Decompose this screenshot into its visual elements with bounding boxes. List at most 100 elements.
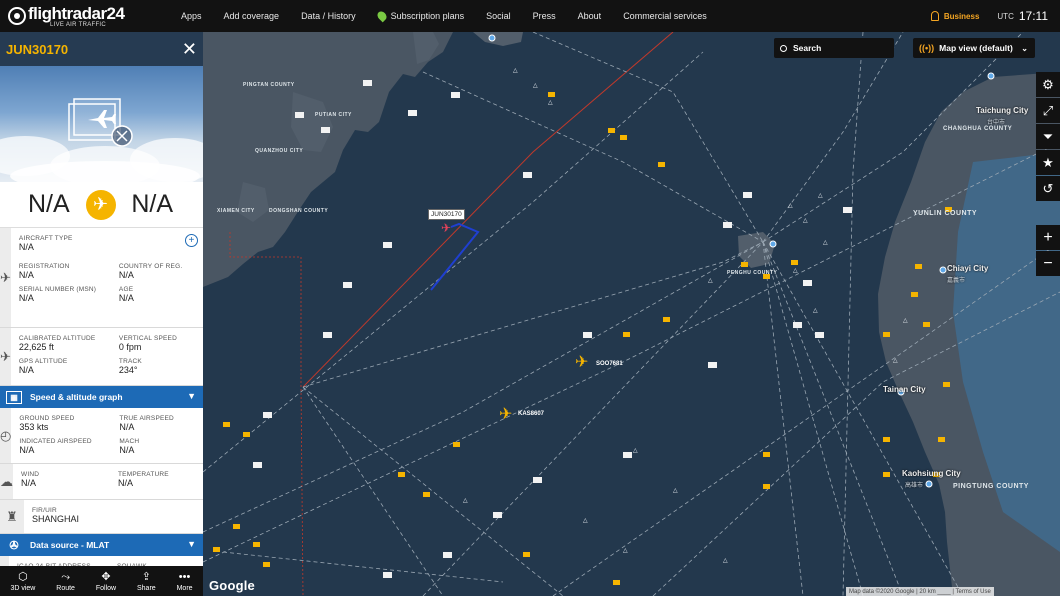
fir-label: FIR/UIR bbox=[32, 507, 57, 514]
more-button[interactable]: ••• More bbox=[177, 571, 193, 592]
svg-text:△: △ bbox=[583, 518, 588, 524]
place-chiayi-zh: 嘉義市 bbox=[947, 278, 966, 284]
svg-text:△: △ bbox=[788, 203, 793, 209]
map-view-label: Map view (default) bbox=[939, 43, 1013, 53]
fullscreen-icon[interactable]: ⤢ bbox=[1036, 98, 1060, 123]
tower-icon: ♜ bbox=[0, 500, 24, 533]
svg-text:△: △ bbox=[813, 308, 818, 314]
logo-tagline: LIVE AIR TRAFFIC bbox=[50, 21, 107, 28]
place-yunlin: YUNLIN COUNTY bbox=[913, 210, 978, 217]
tas-label: TRUE AIRSPEED bbox=[119, 415, 174, 422]
antenna-icon: ✇ bbox=[9, 539, 19, 552]
aircraft-icon[interactable]: ✈ bbox=[575, 355, 588, 371]
fir-section: ♜ FIR/UIR SHANGHAI bbox=[0, 500, 203, 534]
place-taichung-city-zh: 台中市 bbox=[987, 120, 1006, 126]
place-fujian-5: DONGSHAN COUNTY bbox=[269, 208, 329, 214]
speed-altitude-graph-toggle[interactable]: ▦ Speed & altitude graph ▼ bbox=[0, 386, 203, 408]
selected-aircraft-icon[interactable]: ✈ bbox=[441, 222, 451, 234]
search-box[interactable]: Search bbox=[774, 38, 894, 58]
panel-header: JUN30170 ✕ bbox=[0, 32, 203, 66]
add-icon[interactable]: + bbox=[184, 234, 198, 247]
speedometer-icon: ◴ bbox=[0, 408, 12, 463]
nav-apps[interactable]: Apps bbox=[181, 11, 202, 21]
gs-label: GROUND SPEED bbox=[19, 415, 75, 422]
aircraft-type-value: N/A bbox=[18, 242, 34, 252]
mach-value: N/A bbox=[119, 445, 135, 455]
account-button[interactable]: Business bbox=[930, 11, 979, 21]
country-value: N/A bbox=[118, 270, 134, 280]
google-logo: Google bbox=[209, 578, 255, 593]
route-button[interactable]: ⤳ Route bbox=[56, 571, 75, 592]
ias-label: INDICATED AIRSPEED bbox=[19, 438, 92, 445]
map-attribution[interactable]: Map data ©2020 Google | 20 km ____ | Ter… bbox=[846, 587, 994, 596]
3d-view-button[interactable]: ⬡ 3D view bbox=[10, 571, 35, 592]
more-icon: ••• bbox=[178, 570, 191, 583]
nav-about[interactable]: About bbox=[578, 11, 602, 21]
svg-text:△: △ bbox=[893, 358, 898, 364]
map-canvas[interactable]: △ △ △ △ △ △ △ △ △ △ △ △ △ △ △ △ △ △ Taic… bbox=[203, 32, 1060, 596]
weather-icon: ☁ bbox=[0, 464, 13, 499]
wind-value: N/A bbox=[21, 478, 37, 488]
graph-icon: ▦ bbox=[6, 390, 22, 404]
zoom-out-button[interactable]: − bbox=[1036, 251, 1060, 276]
svg-text:△: △ bbox=[463, 498, 468, 504]
follow-label: Follow bbox=[95, 584, 117, 592]
route-row: N/A ✈ N/A bbox=[0, 182, 203, 228]
place-fujian-3: QUANZHOU CITY bbox=[255, 148, 304, 154]
nav-press[interactable]: Press bbox=[533, 11, 556, 21]
weather-section: ☁ WIND N/A TEMPERATURE N/A bbox=[0, 464, 203, 500]
svg-text:△: △ bbox=[533, 83, 538, 89]
timezone-label: UTC bbox=[997, 11, 1014, 21]
selected-flight-label[interactable]: JUN30170 bbox=[428, 209, 465, 220]
close-icon[interactable]: ✕ bbox=[182, 40, 197, 58]
share-label: Share bbox=[137, 584, 156, 592]
destination-code: N/A bbox=[131, 190, 173, 218]
country-label: COUNTRY OF REG. bbox=[118, 263, 183, 270]
map-view-dropdown[interactable]: ((•)) Map view (default) ⌄ bbox=[913, 38, 1035, 58]
nav-add-coverage[interactable]: Add coverage bbox=[224, 11, 280, 21]
more-label: More bbox=[176, 584, 193, 592]
altitude-section: ✈ CALIBRATED ALTITUDE 22,625 ft VERTICAL … bbox=[0, 328, 203, 386]
aircraft-label-soo7681[interactable]: SOO7681 bbox=[596, 361, 623, 367]
nav-data-history[interactable]: Data / History bbox=[301, 11, 356, 21]
logo[interactable]: flightradar24 LIVE AIR TRAFFIC bbox=[8, 5, 168, 28]
gps-alt-value: N/A bbox=[18, 365, 34, 375]
zoom-in-button[interactable]: + bbox=[1036, 225, 1060, 250]
map-pin-icon bbox=[375, 9, 388, 23]
aircraft-icon[interactable]: ✈ bbox=[499, 407, 512, 423]
follow-button[interactable]: ✥ Follow bbox=[96, 571, 116, 592]
cube-icon: ⬡ bbox=[18, 570, 28, 583]
settings-gear-icon[interactable]: ⚙ bbox=[1036, 72, 1060, 97]
nav-social[interactable]: Social bbox=[486, 11, 511, 21]
speed-graph-label: Speed & altitude graph bbox=[30, 392, 123, 402]
user-icon bbox=[930, 11, 939, 21]
zoom-controls: + − bbox=[1036, 225, 1060, 277]
flight-info-panel: JUN30170 ✕ N/A ✈ N/A ✈ + AIRCRAFT TYPE N… bbox=[0, 32, 203, 596]
wind-label: WIND bbox=[21, 471, 40, 478]
place-fujian-2: PUTIAN CITY bbox=[315, 112, 352, 118]
route-label: Route bbox=[56, 584, 75, 592]
track-value: 234° bbox=[118, 365, 138, 375]
follow-icon: ✥ bbox=[101, 570, 111, 583]
svg-text:△: △ bbox=[823, 240, 828, 246]
svg-text:△: △ bbox=[723, 558, 728, 564]
svg-text:△: △ bbox=[803, 218, 808, 224]
svg-text:△: △ bbox=[513, 68, 518, 74]
registration-value: N/A bbox=[18, 270, 34, 280]
data-source-toggle[interactable]: ✇ Data source - MLAT ▼ bbox=[0, 534, 203, 556]
filter-icon[interactable]: ⏷ bbox=[1036, 124, 1060, 149]
aircraft-label-kas8607[interactable]: KAS8607 bbox=[518, 411, 544, 417]
place-tainan: Tainan City bbox=[883, 385, 926, 394]
gs-value: 353 kts bbox=[19, 422, 49, 432]
svg-text:△: △ bbox=[673, 488, 678, 494]
star-icon[interactable]: ★ bbox=[1036, 150, 1060, 175]
place-changhua: CHANGHUA COUNTY bbox=[943, 126, 1013, 132]
svg-text:△: △ bbox=[903, 318, 908, 324]
temperature-value: N/A bbox=[118, 478, 134, 488]
nav-subscription-plans[interactable]: Subscription plans bbox=[375, 9, 464, 23]
share-button[interactable]: ⇪ Share bbox=[137, 571, 156, 592]
svg-text:△: △ bbox=[623, 548, 628, 554]
cal-alt-value: 22,625 ft bbox=[18, 342, 54, 352]
nav-commercial-services[interactable]: Commercial services bbox=[623, 11, 707, 21]
playback-icon[interactable]: ↺ bbox=[1036, 176, 1060, 201]
